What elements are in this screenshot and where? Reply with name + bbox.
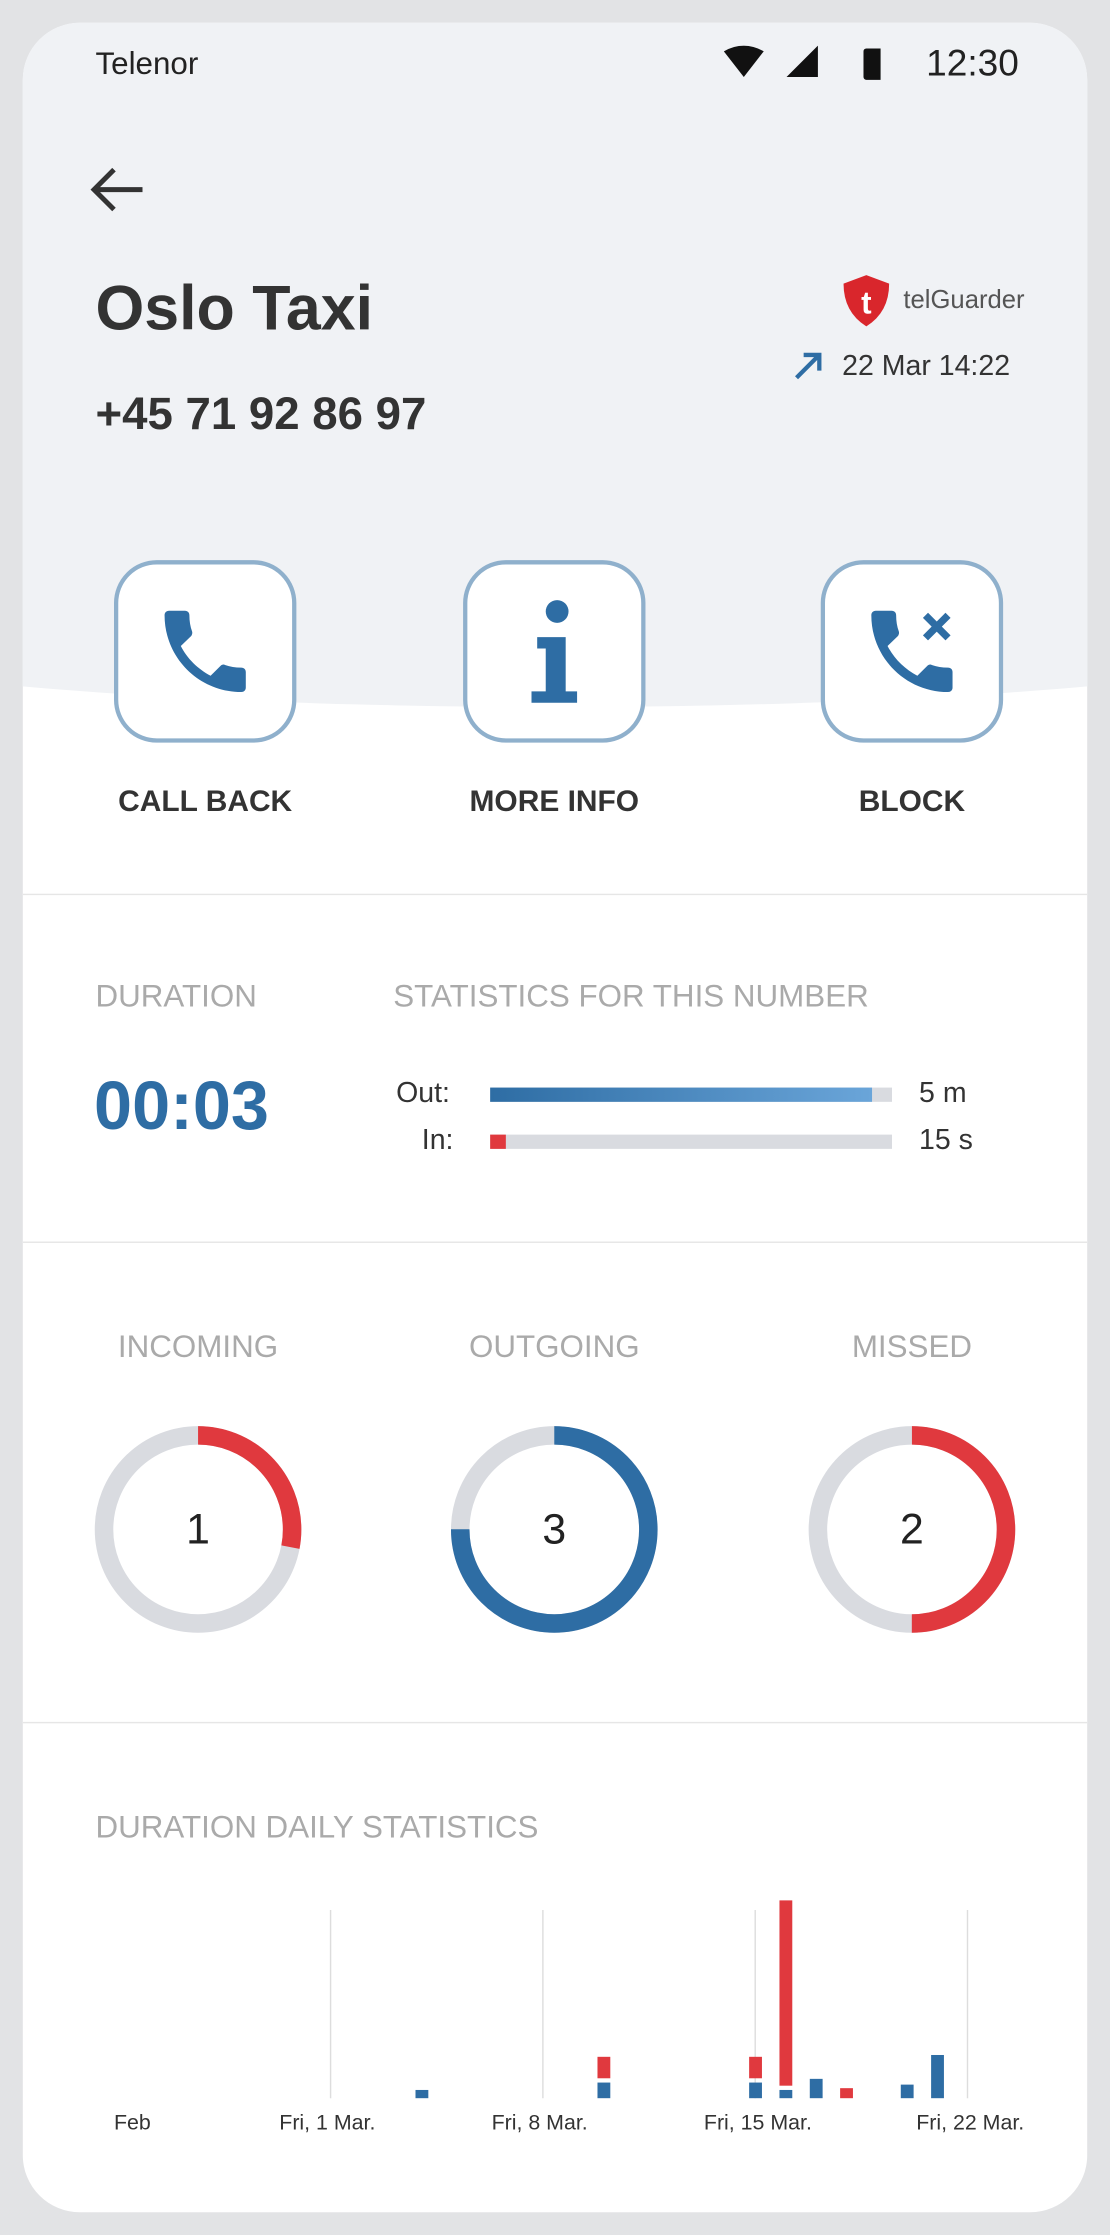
phone-icon xyxy=(164,610,246,693)
x-tick-label: Fri, 15 Mar. xyxy=(704,2111,812,2135)
wifi-icon xyxy=(723,45,764,77)
bar-out-4-Mar xyxy=(415,2089,429,2099)
x-tick-label: Fri, 1 Mar. xyxy=(279,2111,375,2135)
bar-out-17-Mar xyxy=(809,2078,823,2099)
out-value: 5 m xyxy=(919,1077,967,1109)
bar-out-20-Mar xyxy=(900,2084,914,2099)
battery-icon xyxy=(863,48,881,80)
out-bar xyxy=(490,1087,892,1102)
arrow-up-right-icon xyxy=(795,352,822,380)
arrow-left-icon[interactable] xyxy=(88,165,145,213)
in-label: In: xyxy=(421,1124,454,1156)
block-button[interactable] xyxy=(820,560,1004,743)
more-info-label: MORE INFO xyxy=(469,785,640,819)
daily-duration-chart: Feb Fri, 1 Mar. Fri, 8 Mar. Fri, 15 Mar. Fri… xyxy=(114,1900,1024,2135)
bar-out-10-Mar xyxy=(597,2082,611,2099)
duration-value: 00:03 xyxy=(94,1069,269,1145)
more-info-button[interactable] xyxy=(463,560,646,743)
bar-in-16-Mar xyxy=(779,1900,793,2086)
phone-number: +45 71 92 86 97 xyxy=(95,387,427,440)
divider xyxy=(22,893,1088,896)
call-back-label: CALL BACK xyxy=(118,785,293,819)
statistics-title: STATISTICS FOR THIS NUMBER xyxy=(393,977,869,1014)
bar-out-15-Mar xyxy=(749,2082,762,2099)
bar-out-16-Mar xyxy=(779,2089,793,2099)
duration-title: DURATION xyxy=(95,977,257,1014)
block-label: BLOCK xyxy=(858,785,966,819)
count-label-missed: MISSED xyxy=(851,1328,973,1365)
in-value: 15 s xyxy=(919,1124,973,1156)
bar-in-15-Mar xyxy=(749,2056,762,2079)
clock: 12:30 xyxy=(926,41,1019,85)
contact-name: Oslo Taxi xyxy=(95,273,374,344)
count-label-outgoing: OUTGOING xyxy=(468,1328,640,1365)
divider xyxy=(22,1241,1088,1243)
bar-out-21-Mar xyxy=(931,2054,944,2099)
signal-icon xyxy=(786,45,818,77)
bar-in-10-Mar xyxy=(597,2056,611,2079)
count-value: 1 xyxy=(186,1506,210,1554)
status-icons xyxy=(723,45,881,80)
brand-name: telGuarder xyxy=(903,285,1025,314)
bar-in-18-Mar xyxy=(840,2088,853,2099)
count-value: 2 xyxy=(900,1506,924,1554)
x-tick-label: Fri, 8 Mar. xyxy=(492,2111,588,2135)
call-back-button[interactable] xyxy=(113,560,297,743)
last-call-time: 22 Mar 14:22 xyxy=(842,350,1011,383)
telguarder-logo-icon: t xyxy=(843,275,890,327)
carrier: Telenor xyxy=(95,45,199,82)
info-icon xyxy=(531,600,578,703)
out-label: Out: xyxy=(396,1077,450,1109)
screen: Telenor 12:30 Oslo Taxi +45 71 92 86 97 … xyxy=(22,22,1088,2213)
svg-text:t: t xyxy=(861,286,872,321)
phone-block-icon xyxy=(871,610,953,693)
divider xyxy=(22,1721,1088,1724)
in-bar xyxy=(490,1134,892,1149)
x-tick-label: Feb xyxy=(114,2111,151,2135)
x-tick-label: Fri, 22 Mar. xyxy=(916,2111,1024,2135)
chart-title: DURATION DAILY STATISTICS xyxy=(95,1808,539,1845)
count-label-incoming: INCOMING xyxy=(117,1328,279,1365)
count-value: 3 xyxy=(542,1506,567,1554)
